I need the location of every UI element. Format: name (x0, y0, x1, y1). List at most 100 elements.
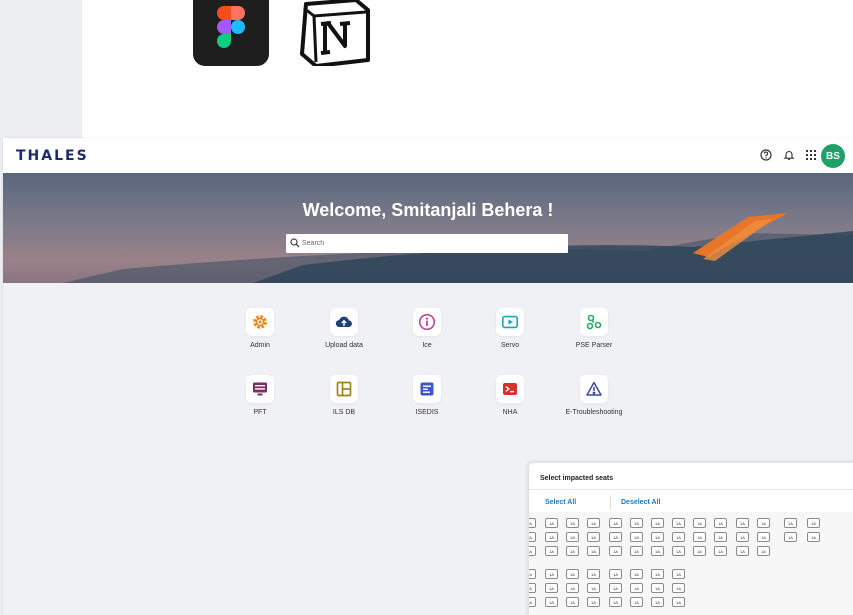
seat-checkbox[interactable]: 1A (587, 597, 600, 607)
seat-checkbox[interactable]: 1A (630, 518, 643, 528)
seat-checkbox[interactable]: 1A (651, 518, 664, 528)
seat-checkbox[interactable]: 1A (529, 583, 536, 593)
seat-checkbox[interactable]: 1A (545, 532, 558, 542)
seat-checkbox[interactable]: 1A (807, 532, 820, 542)
figma-logo-icon (193, 0, 269, 66)
tile-pse-parser[interactable]: PSE Parser (549, 308, 639, 364)
seat-checkbox[interactable]: 1A (630, 583, 643, 593)
bell-icon[interactable] (782, 148, 796, 162)
seat-checkbox[interactable]: 1A (609, 546, 622, 556)
divider (610, 495, 611, 509)
seat-checkbox[interactable]: 1A (529, 597, 536, 607)
seat-checkbox[interactable]: 1A (693, 518, 706, 528)
seat-checkbox[interactable]: 1A (630, 532, 643, 542)
seat-checkbox[interactable]: 1A (714, 518, 727, 528)
tile-e-troubleshooting[interactable]: E-Troubleshooting (549, 375, 639, 431)
seat-checkbox[interactable]: 1A (529, 532, 536, 542)
seat-checkbox[interactable]: 1A (566, 583, 579, 593)
seat-checkbox[interactable]: 1A (609, 569, 622, 579)
seat-checkbox[interactable]: 1A (757, 518, 770, 528)
seat-checkbox[interactable]: 1A (609, 597, 622, 607)
notion-logo-icon (300, 0, 370, 66)
tile-pft[interactable]: PFT (215, 375, 305, 431)
help-icon[interactable] (759, 148, 773, 162)
seat-checkbox[interactable]: 1A (714, 546, 727, 556)
seat-checkbox[interactable]: 1A (784, 518, 797, 528)
molecule-icon (580, 308, 608, 336)
tile-admin[interactable]: Admin (215, 308, 305, 364)
seat-checkbox[interactable]: 1A (630, 597, 643, 607)
seat-checkbox[interactable]: 1A (672, 546, 685, 556)
seat-checkbox[interactable]: 1A (587, 546, 600, 556)
seat-checkbox[interactable]: 1A (807, 518, 820, 528)
monitor-icon (246, 375, 274, 403)
seat-checkbox[interactable]: 1A (566, 532, 579, 542)
welcome-title: Welcome, Smitanjali Behera ! (302, 200, 554, 220)
seat-checkbox[interactable]: 1A (672, 518, 685, 528)
brand-logo[interactable]: THALES (16, 148, 89, 164)
apps-grid-icon[interactable] (804, 148, 818, 162)
seat-checkbox[interactable]: 1A (651, 532, 664, 542)
seat-checkbox[interactable]: 1A (587, 532, 600, 542)
seat-checkbox[interactable]: 1A (672, 597, 685, 607)
seat-checkbox[interactable]: 1A (630, 569, 643, 579)
seat-checkbox[interactable]: 1A (672, 569, 685, 579)
gear-icon (246, 308, 274, 336)
avatar[interactable]: BS (821, 144, 845, 168)
seat-checkbox[interactable]: 1A (757, 532, 770, 542)
search-input[interactable] (286, 234, 568, 253)
seat-checkbox[interactable]: 1A (545, 597, 558, 607)
tile-label: PSE Parser (575, 342, 613, 349)
seat-checkbox[interactable]: 1A (714, 532, 727, 542)
seat-checkbox[interactable]: 1A (693, 546, 706, 556)
seat-checkbox[interactable]: 1A (736, 546, 749, 556)
tile-isedis[interactable]: ISEDIS (382, 375, 472, 431)
app-window: THALES BS Welcome, Smitanjali Behera ! S… (3, 138, 853, 615)
deselect-all-button[interactable]: Deselect All (621, 499, 660, 506)
seat-checkbox[interactable]: 1A (651, 569, 664, 579)
tile-nha[interactable]: NHA (465, 375, 555, 431)
seat-checkbox[interactable]: 1A (587, 583, 600, 593)
seat-checkbox[interactable]: 1A (651, 583, 664, 593)
seat-checkbox[interactable]: 1A (587, 518, 600, 528)
tile-label: Servo (500, 342, 520, 349)
seat-checkbox[interactable]: 1A (587, 569, 600, 579)
seat-checkbox[interactable]: 1A (736, 518, 749, 528)
tile-label: ISEDIS (415, 409, 439, 416)
seat-checkbox[interactable]: 1A (651, 597, 664, 607)
seat-checkbox[interactable]: 1A (566, 546, 579, 556)
seat-checkbox[interactable]: 1A (545, 518, 558, 528)
hero-banner: Welcome, Smitanjali Behera ! (3, 173, 853, 283)
seat-checkbox[interactable]: 1A (609, 583, 622, 593)
seat-checkbox[interactable]: 1A (693, 532, 706, 542)
tile-ils-db[interactable]: ILS DB (299, 375, 389, 431)
warning-triangle-icon (580, 375, 608, 403)
seat-checkbox[interactable]: 1A (566, 597, 579, 607)
tile-servo[interactable]: Servo (465, 308, 555, 364)
seat-checkbox[interactable]: 1A (651, 546, 664, 556)
seat-checkbox[interactable]: 1A (545, 583, 558, 593)
document-list-icon (413, 375, 441, 403)
tile-label: E-Troubleshooting (565, 409, 623, 416)
seat-checkbox[interactable]: 1A (784, 532, 797, 542)
seat-checkbox[interactable]: 1A (736, 532, 749, 542)
seat-checkbox[interactable]: 1A (630, 546, 643, 556)
seat-checkbox[interactable]: 1A (545, 569, 558, 579)
tile-ice[interactable]: Ice (382, 308, 472, 364)
seat-checkbox[interactable]: 1A (529, 569, 536, 579)
tile-label: Ice (422, 342, 432, 349)
seat-checkbox[interactable]: 1A (609, 532, 622, 542)
tile-upload-data[interactable]: Upload data (299, 308, 389, 364)
tile-label: Admin (250, 342, 270, 349)
seat-checkbox[interactable]: 1A (566, 518, 579, 528)
seat-checkbox[interactable]: 1A (529, 518, 536, 528)
seat-checkbox[interactable]: 1A (545, 546, 558, 556)
tile-label: NHA (502, 409, 518, 416)
seat-checkbox[interactable]: 1A (672, 583, 685, 593)
seat-checkbox[interactable]: 1A (609, 518, 622, 528)
seat-checkbox[interactable]: 1A (672, 532, 685, 542)
seat-checkbox[interactable]: 1A (529, 546, 536, 556)
seat-checkbox[interactable]: 1A (566, 569, 579, 579)
seat-checkbox[interactable]: 1A (757, 546, 770, 556)
select-all-button[interactable]: Select All (545, 499, 576, 506)
